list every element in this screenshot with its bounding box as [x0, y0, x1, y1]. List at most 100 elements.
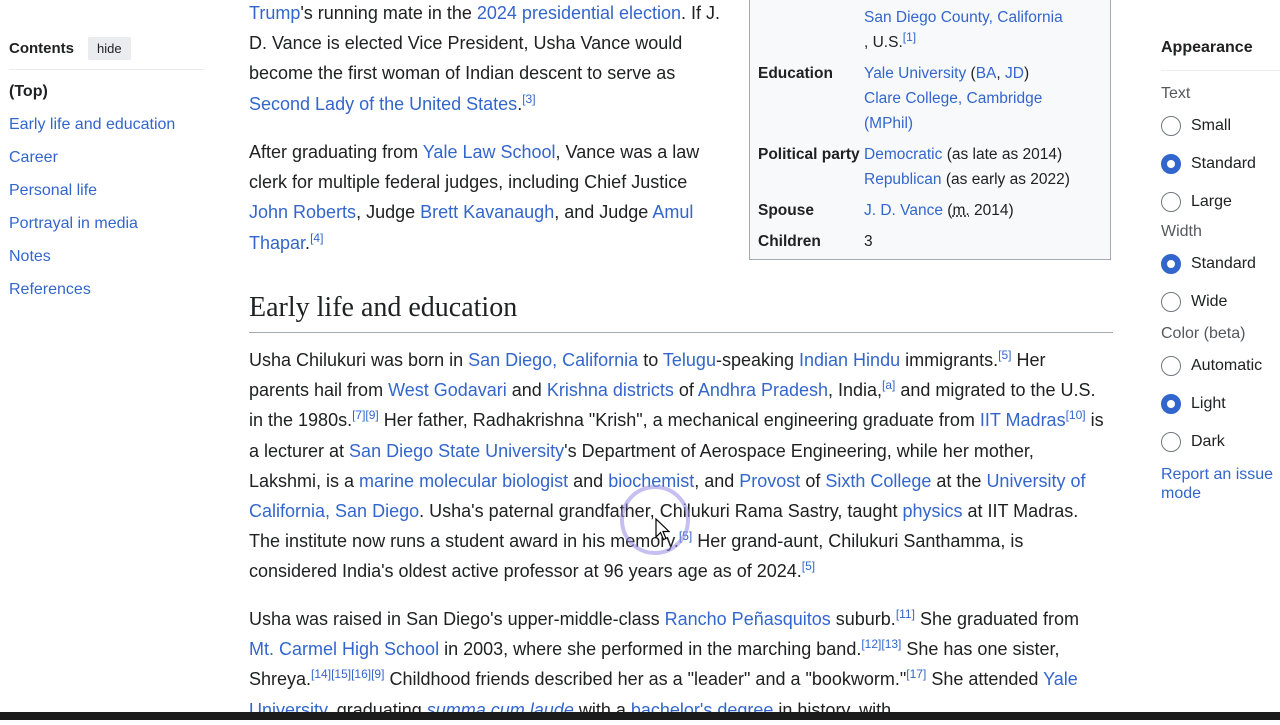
- radio-width-wide[interactable]: [1161, 292, 1181, 312]
- toc-link-early-life[interactable]: Early life and education: [9, 116, 175, 133]
- link-mt-carmel[interactable]: Mt. Carmel High School: [249, 639, 439, 659]
- link-west-godavari[interactable]: West Godavari: [388, 380, 507, 400]
- width-label: Width: [1161, 223, 1202, 240]
- color-option-automatic[interactable]: Automatic: [1161, 347, 1280, 385]
- link-brett-kavanaugh[interactable]: Brett Kavanaugh: [420, 202, 554, 222]
- text-size-option-small[interactable]: Small: [1161, 107, 1280, 145]
- text-size-label: Text: [1161, 85, 1191, 102]
- citation-16[interactable]: [16]: [351, 667, 371, 681]
- link-physics[interactable]: physics: [902, 501, 962, 521]
- citation-3[interactable]: [3]: [522, 92, 535, 106]
- link-ba[interactable]: BA: [976, 65, 997, 82]
- toc-item-portrayal: Portrayal in media: [9, 214, 209, 247]
- citation-12[interactable]: [12]: [861, 637, 881, 651]
- infobox-children-label: Children: [758, 233, 821, 250]
- text-size-option-large[interactable]: Large: [1161, 183, 1280, 221]
- note-a[interactable]: [a]: [882, 378, 895, 392]
- toc-item-personal-life: Personal life: [9, 181, 209, 214]
- citation-11[interactable]: [11]: [896, 607, 915, 621]
- citation-5b[interactable]: [5]: [679, 529, 692, 543]
- toc-item-references: References: [9, 280, 209, 313]
- link-2024-election[interactable]: 2024 presidential election: [477, 3, 681, 23]
- link-telugu[interactable]: Telugu: [663, 350, 716, 370]
- toc-item-career: Career: [9, 148, 209, 181]
- infobox-row-born: San Diego County, California, U.S.[1]: [758, 5, 1103, 55]
- link-marine-molecular-biologist[interactable]: marine molecular biologist: [359, 471, 568, 491]
- toc-item-early-life: Early life and education: [9, 115, 209, 148]
- radio-light[interactable]: [1161, 394, 1181, 414]
- infobox-education-label: Education: [758, 65, 833, 82]
- radio-dark[interactable]: [1161, 432, 1181, 452]
- infobox-education-value: Yale University (BA, JD) Clare College, C…: [864, 65, 1043, 132]
- citation-5c[interactable]: [5]: [802, 559, 815, 573]
- link-democratic[interactable]: Democratic: [864, 146, 942, 163]
- infobox-spouse-label: Spouse: [758, 202, 814, 219]
- citation-7[interactable]: [7]: [352, 408, 365, 422]
- toc-link-notes[interactable]: Notes: [9, 248, 51, 265]
- paragraph-intro-2: After graduating from Yale Law School, V…: [249, 142, 700, 253]
- citation-9b[interactable]: [9]: [371, 667, 384, 681]
- link-yale[interactable]: Yale University: [864, 65, 966, 82]
- toc-header: Contents hide: [9, 34, 209, 62]
- citation-1[interactable]: [1]: [903, 30, 916, 44]
- link-rancho-penasquitos[interactable]: Rancho Peñasquitos: [665, 609, 831, 629]
- link-jd-vance[interactable]: J. D. Vance: [864, 202, 943, 219]
- infobox-party-value: Democratic (as late as 2014) Republican (…: [864, 146, 1070, 188]
- toc-link-personal-life[interactable]: Personal life: [9, 182, 97, 199]
- infobox-row-children: Children 3: [758, 223, 1103, 254]
- radio-standard[interactable]: [1161, 154, 1181, 174]
- toc-link-portrayal[interactable]: Portrayal in media: [9, 215, 138, 232]
- citation-15[interactable]: [15]: [331, 667, 351, 681]
- link-clare-college[interactable]: Clare College, Cambridge: [864, 90, 1042, 107]
- infobox-row-spouse: Spouse J. D. Vance (m. 2014): [758, 192, 1103, 223]
- link-republican[interactable]: Republican: [864, 171, 942, 188]
- citation-5[interactable]: [5]: [998, 348, 1011, 362]
- citation-14[interactable]: [14]: [311, 667, 331, 681]
- toc-link-career[interactable]: Career: [9, 149, 58, 166]
- citation-4[interactable]: [4]: [310, 231, 323, 245]
- table-of-contents: Contents hide (Top) Early life and educa…: [9, 34, 209, 313]
- link-jd[interactable]: JD: [1005, 65, 1024, 82]
- citation-9[interactable]: [9]: [365, 408, 378, 422]
- infobox-children-value: 3: [864, 233, 873, 250]
- toc-item-top[interactable]: (Top): [9, 82, 209, 115]
- link-san-diego[interactable]: San Diego, California: [468, 350, 638, 370]
- radio-automatic[interactable]: [1161, 356, 1181, 376]
- width-option-standard[interactable]: Standard: [1161, 245, 1280, 283]
- radio-large[interactable]: [1161, 192, 1181, 212]
- toc-list: (Top) Early life and education Career Pe…: [9, 82, 209, 313]
- toc-item-notes: Notes: [9, 247, 209, 280]
- link-second-lady[interactable]: Second Lady of the United States: [249, 94, 517, 114]
- link-andhra-pradesh[interactable]: Andhra Pradesh: [698, 380, 828, 400]
- link-trump[interactable]: Trump: [249, 3, 300, 23]
- citation-17[interactable]: [17]: [906, 667, 926, 681]
- link-yale-law[interactable]: Yale Law School: [423, 142, 556, 162]
- link-sdsu[interactable]: San Diego State University: [349, 441, 564, 461]
- width-option-wide[interactable]: Wide: [1161, 283, 1280, 321]
- link-biochemist[interactable]: biochemist: [608, 471, 694, 491]
- report-issue-link[interactable]: Report an issue mode: [1161, 465, 1280, 503]
- appearance-panel: Appearance Text Small Standard Large Wid…: [1161, 34, 1280, 503]
- link-san-diego-county[interactable]: San Diego County, California: [864, 9, 1063, 26]
- link-krishna-districts[interactable]: Krishna districts: [547, 380, 674, 400]
- citation-13[interactable]: [13]: [881, 637, 901, 651]
- infobox-row-party: Political party Democratic (as late as 2…: [758, 136, 1103, 192]
- color-option-dark[interactable]: Dark: [1161, 423, 1280, 461]
- radio-width-standard[interactable]: [1161, 254, 1181, 274]
- citation-10[interactable]: [10]: [1066, 408, 1086, 422]
- toc-hide-button[interactable]: hide: [88, 36, 131, 60]
- link-indian-hindu[interactable]: Indian Hindu: [799, 350, 900, 370]
- color-option-light[interactable]: Light: [1161, 385, 1280, 423]
- text-size-option-standard[interactable]: Standard: [1161, 145, 1280, 183]
- link-iit-madras[interactable]: IIT Madras: [980, 410, 1066, 430]
- link-john-roberts[interactable]: John Roberts: [249, 202, 356, 222]
- married-abbr: m.: [952, 202, 970, 219]
- link-sixth-college[interactable]: Sixth College: [825, 471, 931, 491]
- paragraph-intro-1: Trump's running mate in the 2024 preside…: [249, 3, 721, 114]
- radio-small[interactable]: [1161, 116, 1181, 136]
- link-provost[interactable]: Provost: [739, 471, 800, 491]
- infobox-party-label: Political party: [758, 146, 860, 163]
- link-mphil[interactable]: (MPhil): [864, 115, 913, 132]
- toc-link-references[interactable]: References: [9, 281, 91, 298]
- infobox: San Diego County, California, U.S.[1] Ed…: [749, 0, 1111, 260]
